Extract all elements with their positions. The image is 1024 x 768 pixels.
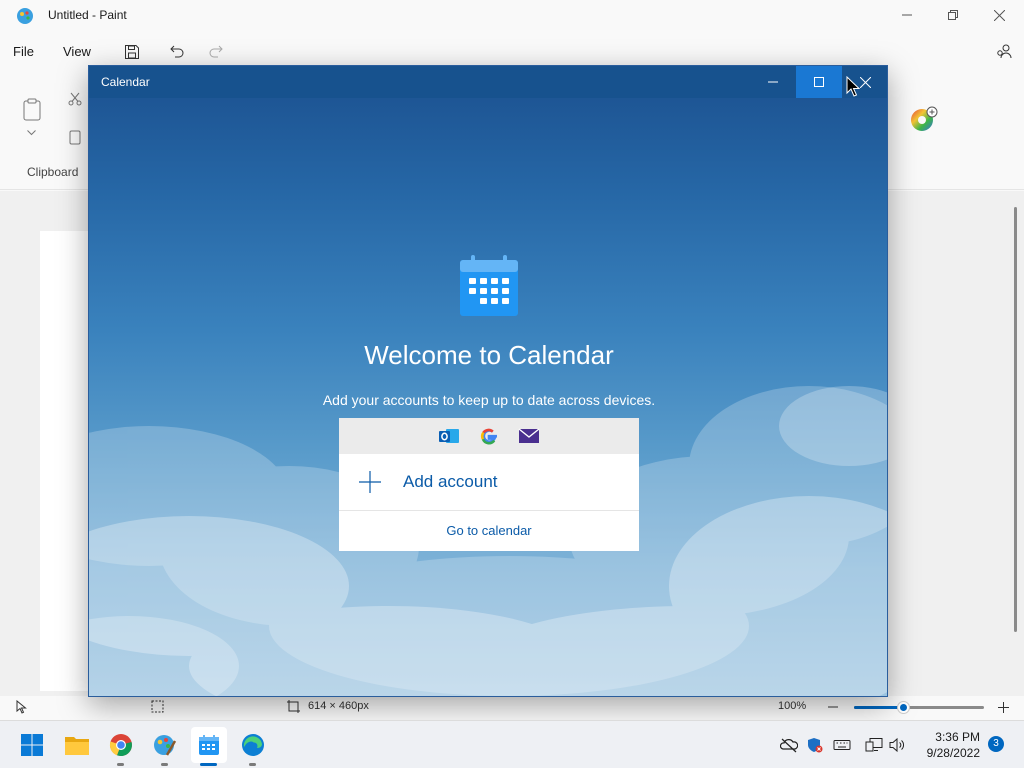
calendar-app-logo-icon (460, 255, 518, 316)
paint-titlebar: Untitled - Paint (0, 0, 1024, 32)
cut-icon[interactable] (68, 92, 82, 106)
calendar-window: Calendar Welcome to Calendar Add your ac… (88, 65, 888, 697)
clock-time: 3:36 PM (935, 730, 980, 744)
file-explorer-icon (65, 737, 89, 755)
save-button[interactable] (120, 40, 144, 64)
canvas-size-text: 614 × 460px (308, 700, 369, 712)
account-providers-row (339, 418, 639, 454)
add-account-button[interactable]: Add account (339, 454, 639, 511)
zoom-slider-thumb[interactable] (897, 701, 910, 714)
minimize-icon (902, 14, 912, 16)
undo-icon (170, 45, 184, 58)
undo-button[interactable] (165, 40, 189, 64)
running-indicator (161, 763, 168, 766)
zoom-out-icon[interactable] (828, 706, 838, 708)
calendar-titlebar: Calendar (89, 66, 887, 98)
mail-icon (518, 428, 540, 443)
calendar-maximize-button[interactable] (796, 66, 842, 98)
pointer-position-icon (16, 700, 27, 714)
calendar-minimize-button[interactable] (750, 66, 796, 98)
taskbar-edge[interactable] (235, 727, 271, 766)
vertical-scrollbar[interactable] (1014, 207, 1017, 632)
taskbar: 3:36 PM 9/28/2022 3 (0, 720, 1024, 768)
redo-icon (209, 45, 223, 58)
start-button[interactable] (14, 727, 50, 763)
go-to-calendar-link[interactable]: Go to calendar (339, 512, 639, 551)
paint-minimize-button[interactable] (884, 0, 930, 30)
clock-date: 9/28/2022 (926, 746, 980, 760)
menu-file[interactable]: File (13, 44, 34, 59)
security-warning-icon[interactable] (806, 737, 824, 753)
people-icon (997, 44, 1012, 59)
close-icon (859, 76, 871, 88)
system-clock[interactable]: 3:36 PM 9/28/2022 (912, 729, 980, 761)
taskbar-chrome[interactable] (103, 727, 139, 766)
paint-status-bar: 614 × 460px 100% (0, 696, 1024, 720)
plus-icon (359, 471, 381, 493)
zoom-level-text[interactable]: 100% (778, 700, 806, 712)
paint-menubar: File View (0, 36, 1024, 68)
go-to-calendar-label: Go to calendar (446, 523, 532, 538)
welcome-subtitle: Add your accounts to keep up to date acr… (322, 392, 656, 408)
windows-start-icon (21, 734, 43, 756)
redo-button[interactable] (204, 40, 228, 64)
zoom-slider-fill (854, 706, 903, 709)
active-indicator (200, 763, 217, 766)
canvas-size-icon (287, 700, 300, 713)
running-indicator (249, 763, 256, 766)
google-icon (480, 428, 497, 445)
add-account-card: Add account Go to calendar (339, 418, 639, 551)
menu-view[interactable]: View (63, 44, 91, 59)
add-account-label: Add account (403, 472, 498, 491)
mouse-cursor-icon (846, 76, 860, 97)
paint-app-icon (17, 8, 33, 24)
edge-icon (242, 734, 264, 756)
save-icon (125, 45, 139, 59)
keyboard-icon[interactable] (833, 737, 851, 753)
paint-icon (154, 735, 177, 756)
chevron-down-icon[interactable] (27, 130, 36, 136)
close-icon (993, 9, 1005, 21)
taskbar-file-explorer[interactable] (59, 727, 95, 763)
zoom-slider[interactable] (854, 701, 984, 714)
onedrive-offline-icon[interactable] (780, 737, 798, 753)
calendar-icon (199, 735, 219, 755)
volume-icon[interactable] (889, 737, 907, 753)
sky-clouds-background (89, 386, 887, 696)
restore-icon (948, 10, 958, 20)
network-icon[interactable] (865, 737, 883, 753)
taskbar-calendar[interactable] (191, 727, 227, 766)
paint-title: Untitled - Paint (48, 8, 127, 22)
minimize-icon (768, 81, 778, 83)
copy-icon[interactable] (68, 130, 82, 146)
edit-colors-icon[interactable] (910, 106, 940, 134)
running-indicator (117, 763, 124, 766)
clipboard-group-label: Clipboard (27, 165, 79, 179)
welcome-heading: Welcome to Calendar (364, 340, 614, 370)
notification-count-badge[interactable]: 3 (988, 736, 1004, 752)
calendar-window-title: Calendar (101, 75, 150, 89)
share-people-button[interactable] (992, 40, 1016, 64)
zoom-in-icon[interactable] (998, 702, 1009, 713)
taskbar-paint[interactable] (147, 727, 183, 766)
paint-restore-button[interactable] (930, 0, 976, 30)
selection-size-icon (151, 700, 164, 713)
outlook-icon (439, 429, 459, 443)
chrome-icon (109, 734, 132, 757)
maximize-icon (814, 77, 824, 87)
paste-icon[interactable] (22, 98, 42, 122)
paint-close-button[interactable] (976, 0, 1022, 30)
